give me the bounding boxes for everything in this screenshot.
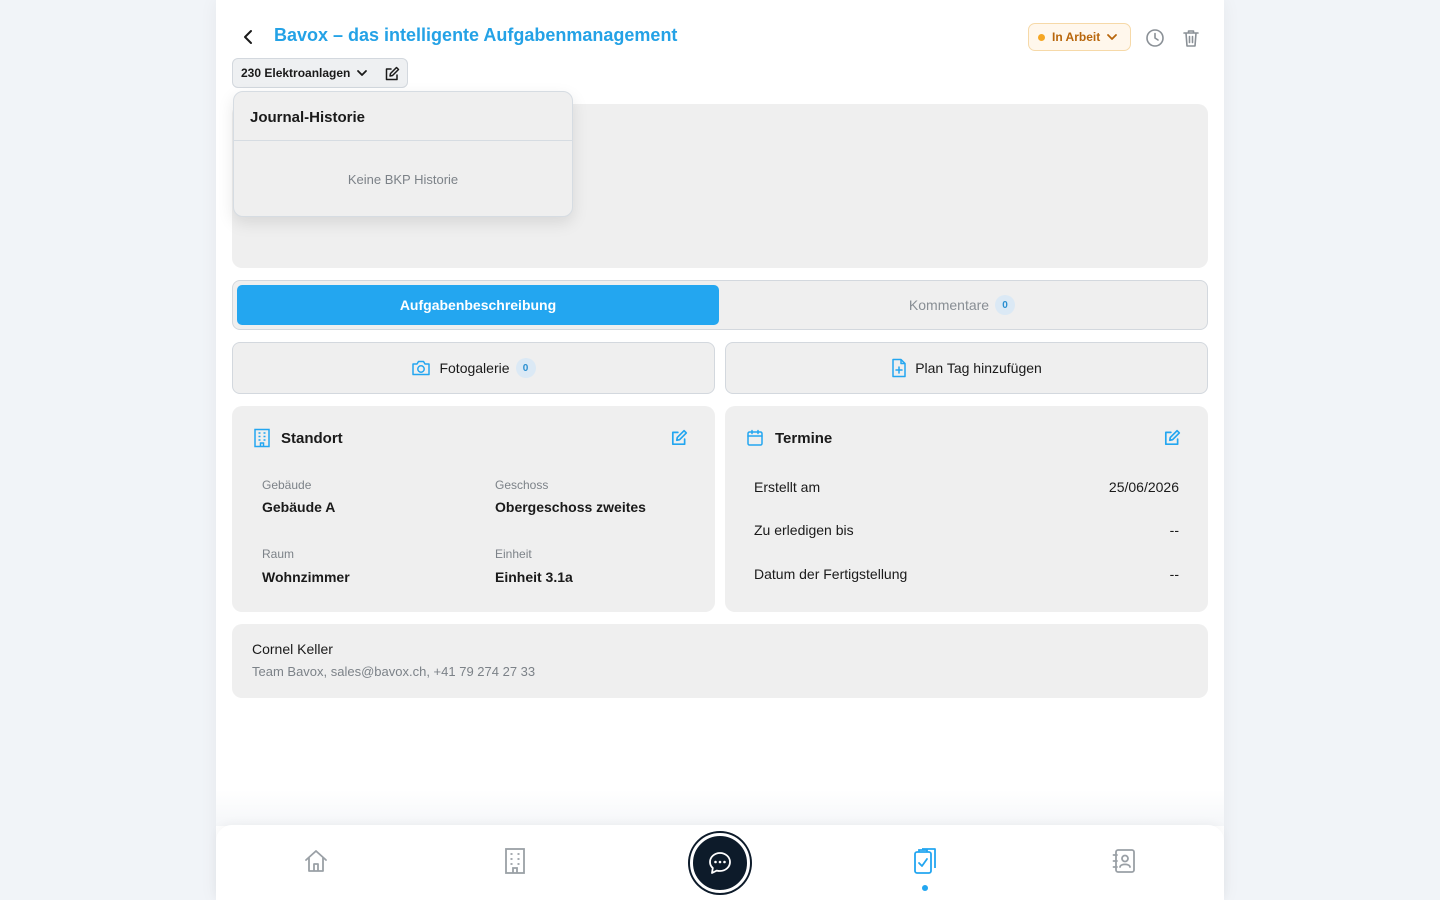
chevron-down-icon bbox=[1106, 33, 1118, 41]
date-value-due: -- bbox=[1169, 522, 1179, 538]
home-icon bbox=[305, 850, 327, 872]
field-label-einheit: Einheit bbox=[495, 547, 532, 561]
edit-location-button[interactable] bbox=[669, 428, 689, 448]
chevron-left-icon bbox=[244, 30, 252, 44]
camera-icon bbox=[412, 360, 431, 376]
file-plus-icon bbox=[892, 358, 906, 378]
date-label-created: Erstellt am bbox=[754, 479, 821, 495]
edit-dates-button[interactable] bbox=[1162, 428, 1182, 448]
chevron-down-icon bbox=[356, 69, 368, 77]
status-dropdown[interactable]: In Arbeit bbox=[1028, 23, 1131, 51]
tab-bar: Aufgabenbeschreibung Kommentare 0 bbox=[232, 280, 1208, 330]
tasks-icon bbox=[914, 848, 936, 874]
card-title: Standort bbox=[281, 430, 343, 447]
date-label-due: Zu erledigen bis bbox=[754, 522, 854, 538]
contact-details: Team Bavox, sales@bavox.ch, +41 79 274 2… bbox=[252, 664, 536, 679]
building-icon bbox=[252, 428, 272, 448]
photo-count-badge: 0 bbox=[515, 358, 536, 378]
dates-card: Termine Erstellt am 25/06/2026 Zu erledi… bbox=[725, 406, 1208, 612]
bottom-navigation bbox=[216, 825, 1224, 900]
nav-buildings[interactable] bbox=[499, 845, 531, 877]
app-window: Bavox – das intelligente Aufgabenmanagem… bbox=[216, 0, 1224, 900]
contact-card: Cornel Keller Team Bavox, sales@bavox.ch… bbox=[232, 624, 1208, 698]
popover-title: Journal-Historie bbox=[250, 109, 366, 126]
chat-icon bbox=[709, 852, 731, 874]
bottom-fade bbox=[216, 790, 1224, 826]
photo-gallery-button[interactable]: Fotogalerie 0 bbox=[232, 342, 715, 394]
active-indicator bbox=[922, 885, 928, 891]
field-label-raum: Raum bbox=[262, 547, 295, 561]
status-label: In Arbeit bbox=[1052, 30, 1101, 44]
building-icon bbox=[505, 848, 525, 874]
back-button[interactable] bbox=[238, 26, 260, 48]
field-value-geschoss: Obergeschoss zweites bbox=[495, 499, 646, 515]
date-value-created: 25/06/2026 bbox=[1108, 479, 1179, 495]
date-value-completed: -- bbox=[1169, 566, 1179, 582]
field-label-gebaeude: Gebäude bbox=[262, 478, 312, 492]
bkp-label: 230 Elektroanlagen bbox=[241, 66, 351, 80]
nav-chat[interactable] bbox=[690, 833, 750, 893]
nav-home[interactable] bbox=[300, 845, 332, 877]
clock-icon bbox=[1146, 29, 1164, 47]
history-button[interactable] bbox=[1144, 27, 1166, 49]
page-title: Bavox – das intelligente Aufgabenmanagem… bbox=[274, 25, 678, 45]
contact-name: Cornel Keller bbox=[252, 641, 333, 657]
comment-count-badge: 0 bbox=[995, 295, 1016, 315]
empty-state-text: Keine BKP Historie bbox=[347, 172, 459, 187]
field-label-geschoss: Geschoss bbox=[495, 478, 549, 492]
card-title: Termine bbox=[775, 430, 833, 447]
edit-icon bbox=[671, 429, 688, 446]
add-plan-tag-button[interactable]: Plan Tag hinzufügen bbox=[725, 342, 1208, 394]
nav-contacts[interactable] bbox=[1108, 845, 1140, 877]
date-label-completed: Datum der Fertigstellung bbox=[754, 566, 908, 582]
bkp-selector[interactable]: 230 Elektroanlagen bbox=[232, 58, 408, 88]
nav-tasks[interactable] bbox=[909, 845, 941, 877]
button-label: Fotogalerie bbox=[439, 360, 510, 376]
field-value-raum: Wohnzimmer bbox=[262, 569, 350, 585]
delete-button[interactable] bbox=[1180, 27, 1202, 49]
edit-bkp-button[interactable] bbox=[383, 65, 401, 83]
edit-icon bbox=[1164, 429, 1181, 446]
tab-label: Aufgabenbeschreibung bbox=[399, 297, 557, 313]
divider bbox=[234, 140, 572, 141]
location-card: Standort Gebäude Gebäude A Geschoss Ober… bbox=[232, 406, 715, 612]
tab-aufgabenbeschreibung[interactable]: Aufgabenbeschreibung bbox=[237, 285, 719, 325]
status-dot bbox=[1038, 33, 1045, 41]
trash-icon bbox=[1183, 30, 1199, 47]
tab-label: Kommentare bbox=[908, 297, 990, 313]
button-label: Plan Tag hinzufügen bbox=[915, 360, 1042, 376]
field-value-einheit: Einheit 3.1a bbox=[495, 569, 573, 585]
calendar-icon bbox=[745, 428, 765, 448]
contacts-icon bbox=[1112, 849, 1135, 873]
tab-kommentare[interactable]: Kommentare 0 bbox=[721, 285, 1203, 325]
edit-icon bbox=[385, 66, 400, 81]
field-value-gebaeude: Gebäude A bbox=[262, 499, 336, 515]
journal-history-popover: Journal-Historie Keine BKP Historie bbox=[233, 91, 573, 217]
